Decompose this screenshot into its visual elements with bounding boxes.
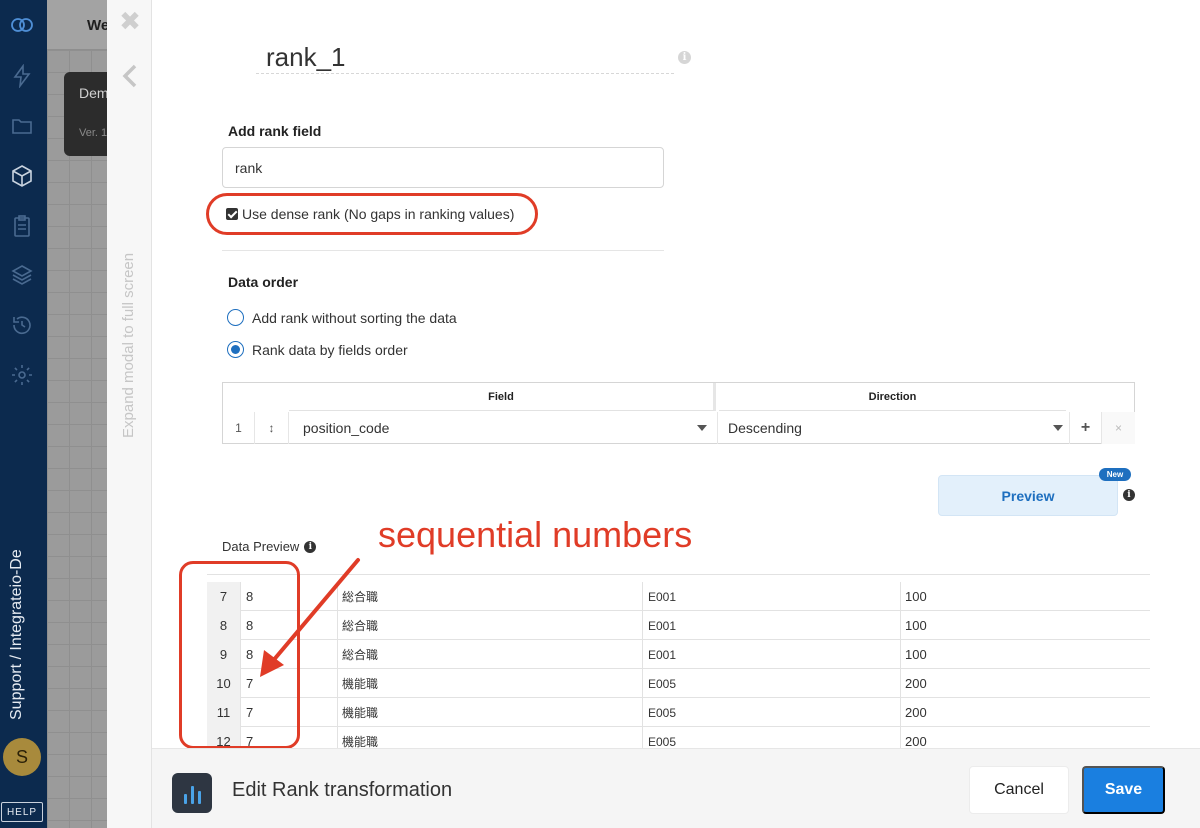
table-row: 12 7 機能職 E005 200 — [207, 727, 1150, 748]
annotation-highlight-rank-column — [179, 561, 300, 749]
table-cell: 100 — [905, 647, 927, 662]
row-number: 1 — [223, 412, 255, 444]
data-preview-heading: Data Preview i — [222, 539, 317, 554]
preview-button[interactable]: Preview — [938, 475, 1118, 516]
field-select[interactable]: position_code — [289, 412, 718, 444]
table-cell: 総合職 — [338, 611, 643, 640]
component-name-input[interactable]: rank_1 — [256, 42, 674, 74]
bolt-icon[interactable] — [9, 63, 35, 89]
radio-button-sorted[interactable] — [227, 341, 244, 358]
table-cell: E005 — [643, 698, 901, 727]
info-icon[interactable]: i — [304, 540, 317, 553]
table-cell: 機能職 — [338, 727, 643, 748]
bar-chart-icon — [172, 773, 212, 813]
expand-modal-label[interactable]: Expand modal to full screen — [120, 253, 137, 438]
table-row: 10 7 機能職 E005 200 — [207, 669, 1150, 698]
package-icon[interactable] — [9, 163, 35, 189]
layers-icon[interactable] — [9, 262, 35, 288]
new-badge: New — [1099, 468, 1131, 481]
remove-row-button[interactable]: × — [1102, 412, 1135, 444]
table-row: 7 8 総合職 E001 100 — [207, 582, 1150, 611]
table-cell: E001 — [643, 611, 901, 640]
data-order-title: Data order — [228, 274, 299, 290]
gear-icon[interactable] — [9, 362, 35, 388]
direction-select[interactable]: Descending — [718, 412, 1070, 444]
drag-handle-icon[interactable]: ↕ — [255, 412, 289, 444]
avatar[interactable]: S — [3, 738, 41, 776]
background-app: We Dem Ver. 1 — [47, 0, 114, 828]
radio-label-sorted: Rank data by fields order — [252, 341, 408, 358]
history-icon[interactable] — [9, 312, 35, 338]
table-cell: 総合職 — [338, 640, 643, 669]
background-tab-label: We — [87, 17, 110, 34]
rank-field-title: Add rank field — [228, 123, 322, 139]
table-cell: 機能職 — [338, 669, 643, 698]
background-card-title: Dem — [79, 85, 109, 101]
column-header-field: Field — [289, 383, 716, 411]
radio-button-unsorted[interactable] — [227, 309, 244, 326]
table-cell: 総合職 — [338, 582, 643, 611]
table-row: 9 8 総合職 E001 100 — [207, 640, 1150, 669]
background-card-version: Ver. 1 — [79, 127, 108, 139]
table-cell: E001 — [643, 582, 901, 611]
radio-label-unsorted: Add rank without sorting the data — [252, 309, 457, 326]
annotation-highlight-dense-rank — [206, 193, 538, 235]
logo-icon[interactable] — [9, 12, 35, 38]
workspace-label[interactable]: Support / Integrateio-De — [8, 500, 26, 720]
info-icon[interactable]: i — [1123, 489, 1135, 501]
table-cell: 200 — [905, 676, 927, 691]
table-cell: E001 — [643, 640, 901, 669]
modal-title: Edit Rank transformation — [232, 779, 453, 801]
data-preview-label: Data Preview — [222, 539, 300, 554]
background-canvas — [47, 50, 107, 828]
modal-footer: Edit Rank transformation Cancel Save — [152, 748, 1200, 828]
info-icon[interactable]: i — [678, 51, 691, 64]
chevron-left-icon[interactable] — [118, 62, 142, 90]
cancel-button[interactable]: Cancel — [969, 766, 1069, 814]
table-row: 11 7 機能職 E005 200 — [207, 698, 1150, 727]
chevron-down-icon[interactable] — [697, 425, 707, 431]
table-cell: 機能職 — [338, 698, 643, 727]
direction-select-value: Descending — [728, 420, 802, 436]
table-cell: 200 — [905, 705, 927, 720]
background-header: We — [47, 0, 110, 50]
chevron-down-icon[interactable] — [1053, 425, 1063, 431]
rank-field-input[interactable] — [222, 147, 664, 188]
clipboard-icon[interactable] — [9, 213, 35, 239]
radio-option-unsorted[interactable]: Add rank without sorting the data — [227, 309, 457, 326]
add-row-button[interactable]: + — [1070, 412, 1102, 444]
column-header-direction: Direction — [719, 383, 1066, 411]
table-cell: 100 — [905, 589, 927, 604]
data-preview-table: 7 8 総合職 E001 100 8 8 総合職 E001 100 9 8 総合… — [207, 574, 1150, 748]
table-row: 8 8 総合職 E001 100 — [207, 611, 1150, 640]
modal-body: rank_1 i Add rank field Use dense rank (… — [152, 0, 1200, 749]
annotation-label: sequential numbers — [378, 514, 693, 555]
table-cell: E005 — [643, 669, 901, 698]
modal-side-strip: ✖ Expand modal to full screen — [107, 0, 152, 828]
section-divider — [222, 250, 664, 251]
folder-icon[interactable] — [9, 113, 35, 139]
table-cell: 200 — [905, 734, 927, 748]
radio-option-sorted[interactable]: Rank data by fields order — [227, 341, 408, 358]
save-button[interactable]: Save — [1082, 766, 1165, 814]
field-select-value: position_code — [303, 420, 390, 436]
table-cell: E005 — [643, 727, 901, 748]
close-icon[interactable]: ✖ — [118, 8, 142, 34]
app-sidebar: Support / Integrateio-De S HELP — [0, 0, 47, 828]
table-cell: 100 — [905, 618, 927, 633]
fields-order-table: Field Direction 1 ↕ position_code Descen… — [222, 382, 1135, 444]
help-button[interactable]: HELP — [1, 802, 43, 822]
